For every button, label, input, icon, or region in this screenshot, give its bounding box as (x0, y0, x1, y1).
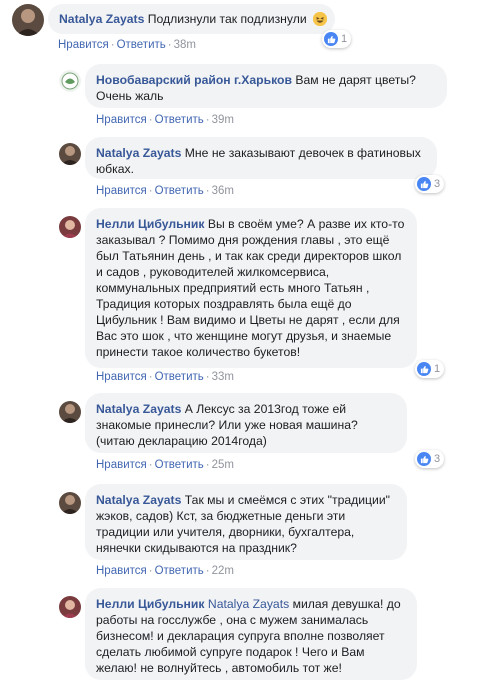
reaction-summary[interactable]: 3 (415, 175, 445, 193)
reply-link[interactable]: Ответить (155, 114, 204, 126)
avatar[interactable] (59, 216, 81, 238)
like-link[interactable]: Нравится (96, 114, 147, 126)
comment-author[interactable]: Нелли Цибульник (96, 597, 205, 611)
like-link[interactable]: Нравится (96, 371, 147, 383)
comment-time[interactable]: 38m (174, 39, 196, 51)
laughing-emoji-icon (312, 12, 327, 26)
reaction-summary[interactable]: 1 (322, 30, 352, 48)
comment-time[interactable]: 36m (212, 185, 234, 197)
avatar[interactable] (59, 70, 81, 92)
comment-actions: Нравится · Ответить · 36m (96, 185, 234, 197)
comment-4: Нелли Цибульник Вы в своём уме? А разве … (59, 208, 479, 388)
avatar-photo-icon (59, 216, 81, 238)
like-reaction-icon (417, 177, 431, 191)
reply-link[interactable]: Ответить (155, 185, 204, 197)
comment-bubble: Новобаварский район г.Харьков Вам не дар… (85, 64, 447, 108)
comment-author[interactable]: Natalya Zayats (59, 12, 144, 26)
like-reaction-icon (324, 32, 338, 46)
comment-bubble: Нелли Цибульник Natalya Zayats милая дев… (85, 588, 417, 680)
reply-link[interactable]: Ответить (155, 459, 204, 471)
comment-actions: Нравится · Ответить · 22m (96, 565, 234, 577)
comment-bubble: Natalya Zayats Так мы и смеёмся с этих "… (85, 484, 407, 560)
like-link[interactable]: Нравится (58, 39, 109, 51)
avatar-photo-icon (59, 401, 81, 423)
like-reaction-icon (417, 452, 431, 466)
comment-actions: Нравится · Ответить · 39m (96, 114, 234, 126)
reaction-count: 1 (434, 363, 441, 375)
reply-link[interactable]: Ответить (117, 39, 166, 51)
avatar[interactable] (59, 401, 81, 423)
comment-author[interactable]: Natalya Zayats (96, 146, 181, 160)
reaction-count: 3 (434, 453, 441, 465)
comment-author[interactable]: Новобаварский район г.Харьков (96, 73, 292, 87)
avatar[interactable] (59, 143, 81, 165)
reaction-summary[interactable]: 3 (415, 450, 445, 468)
comment-time[interactable]: 33m (212, 371, 234, 383)
like-link[interactable]: Нравится (96, 565, 147, 577)
reaction-count: 1 (341, 33, 348, 45)
like-link[interactable]: Нравится (96, 185, 147, 197)
comment-time[interactable]: 22m (212, 565, 234, 577)
avatar-photo-icon (12, 4, 44, 36)
reaction-summary[interactable]: 1 (415, 360, 445, 378)
avatar-photo-icon (59, 596, 81, 618)
avatar[interactable] (12, 4, 44, 36)
like-link[interactable]: Нравится (96, 459, 147, 471)
comment-text: Подлизнули так подлизнули (147, 12, 307, 26)
comment-actions: Нравится · Ответить · 33m (96, 371, 234, 383)
comment-actions: Нравится · Ответить · 25m (96, 459, 234, 471)
comment-6: Natalya Zayats Так мы и смеёмся с этих "… (59, 484, 479, 580)
comment-7: Нелли Цибульник Natalya Zayats милая дев… (59, 588, 479, 680)
reaction-count: 3 (434, 178, 441, 190)
comment-mention[interactable]: Natalya Zayats (208, 597, 289, 611)
comment-bubble: Natalya Zayats А Лексус за 2013год тоже … (85, 393, 407, 453)
comment-actions: Нравится · Ответить · 38m (58, 39, 196, 51)
comment-time[interactable]: 39m (212, 114, 234, 126)
avatar[interactable] (59, 492, 81, 514)
reply-link[interactable]: Ответить (155, 371, 204, 383)
comment-2: Новобаварский район г.Харьков Вам не дар… (59, 64, 479, 129)
avatar-photo-icon (59, 143, 81, 165)
like-reaction-icon (417, 362, 431, 376)
page-logo-icon (59, 70, 81, 92)
avatar[interactable] (59, 596, 81, 618)
comment-text: Вы в своём уме? А разве их кто-то заказы… (96, 217, 405, 359)
comment-author[interactable]: Natalya Zayats (96, 493, 181, 507)
reply-link[interactable]: Ответить (155, 565, 204, 577)
comment-3: Natalya Zayats Мне не заказывают девочек… (59, 137, 479, 201)
comment-5: Natalya Zayats А Лексус за 2013год тоже … (59, 393, 479, 473)
comment-time[interactable]: 25m (212, 459, 234, 471)
avatar-photo-icon (59, 492, 81, 514)
comment-1: Natalya Zayats Подлизнули так подлизнули… (12, 4, 482, 54)
comment-bubble: Natalya Zayats Подлизнули так подлизнули (48, 4, 335, 34)
comment-bubble: Нелли Цибульник Вы в своём уме? А разве … (85, 208, 417, 368)
comment-author[interactable]: Нелли Цибульник (96, 217, 205, 231)
comment-bubble: Natalya Zayats Мне не заказывают девочек… (85, 137, 437, 179)
comment-author[interactable]: Natalya Zayats (96, 402, 181, 416)
